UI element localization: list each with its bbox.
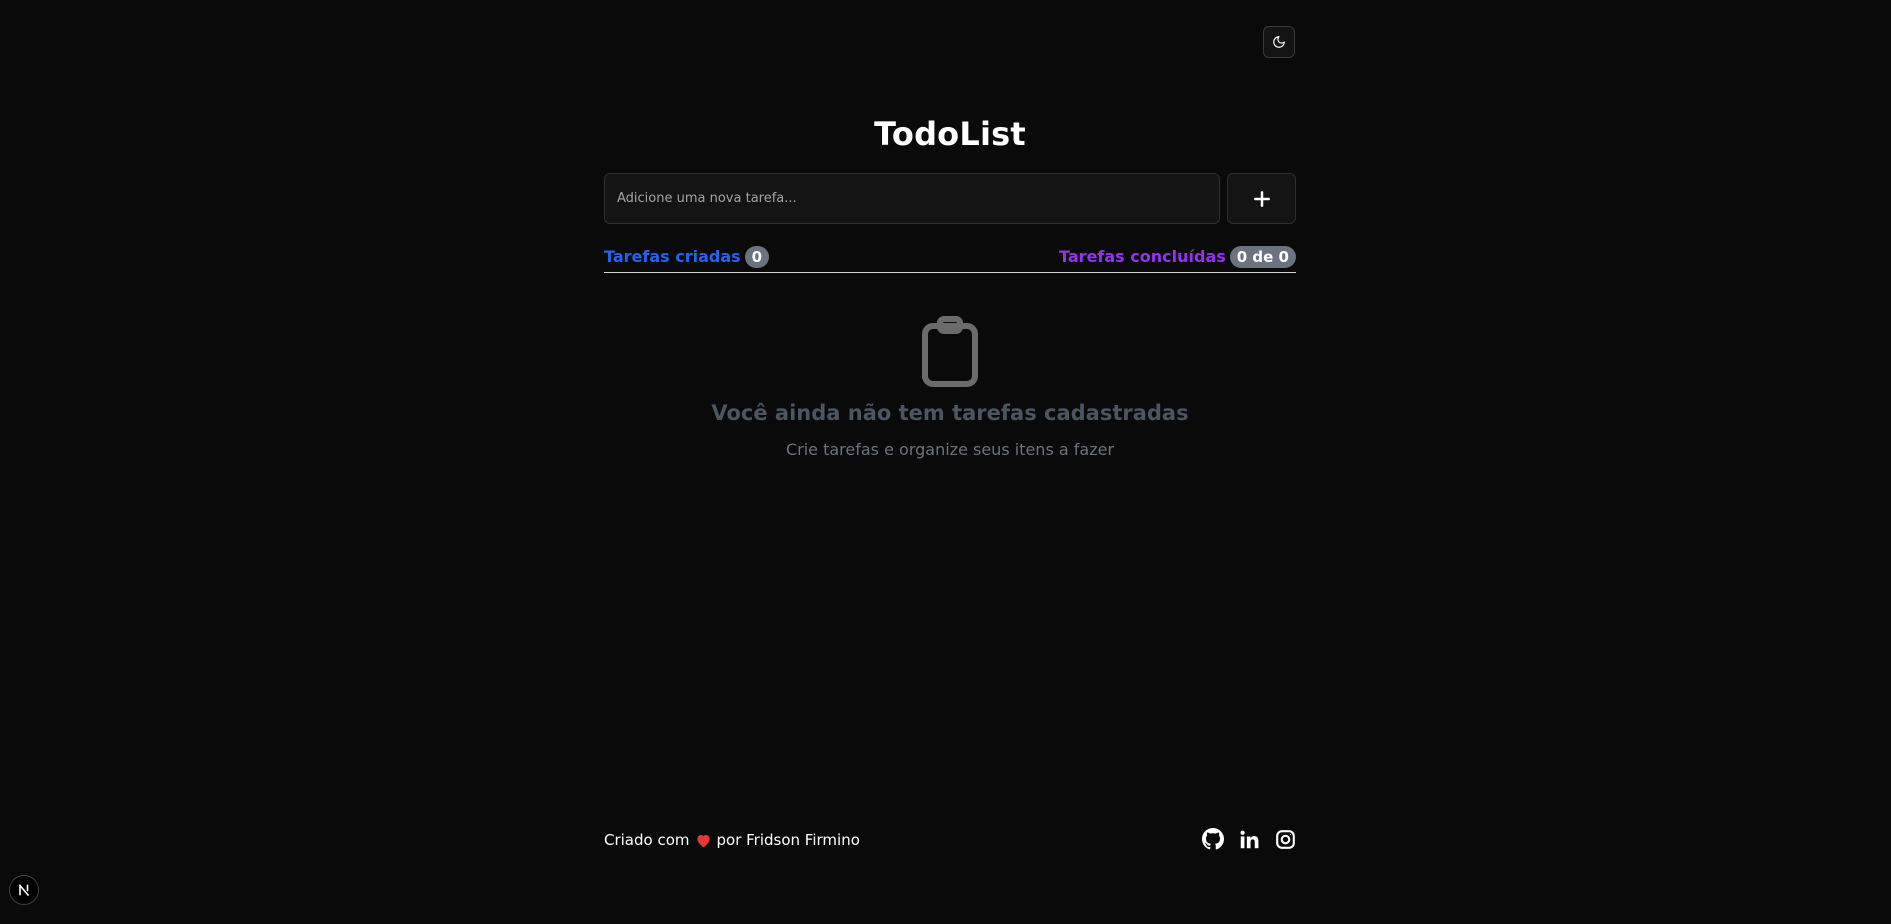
footer: Criado com por Fridson Firmino <box>604 826 1296 854</box>
plus-icon <box>1253 190 1270 207</box>
created-tasks-stat: Tarefas criadas 0 <box>604 246 770 268</box>
github-link[interactable] <box>1202 828 1224 850</box>
page: TodoList Tarefas criadas 0 Tarefas concl… <box>0 0 1891 924</box>
task-stats: Tarefas criadas 0 Tarefas concluídas 0 d… <box>604 246 1296 273</box>
nextjs-icon <box>18 884 30 897</box>
created-tasks-label: Tarefas criadas <box>604 247 741 266</box>
add-task-button[interactable] <box>1227 173 1296 224</box>
completed-tasks-stat: Tarefas concluídas 0 de 0 <box>1059 246 1296 268</box>
created-tasks-count-badge: 0 <box>744 246 770 268</box>
clipboard-icon <box>918 316 982 388</box>
empty-state-title: Você ainda não tem tarefas cadastradas <box>711 401 1189 425</box>
linkedin-icon <box>1239 830 1258 848</box>
completed-tasks-count-badge: 0 de 0 <box>1229 246 1296 268</box>
moon-icon <box>1273 36 1285 48</box>
footer-text-before: Criado com <box>604 831 690 849</box>
footer-text-after: por Fridson Firmino <box>716 831 860 849</box>
github-icon <box>1202 828 1224 850</box>
completed-tasks-label: Tarefas concluídas <box>1059 247 1226 266</box>
theme-toggle-button[interactable] <box>1263 26 1295 58</box>
page-title: TodoList <box>874 115 1026 153</box>
footer-credit: Criado com por Fridson Firmino <box>604 830 860 850</box>
instagram-link[interactable] <box>1274 828 1296 850</box>
task-form <box>604 173 1296 224</box>
heart-icon <box>696 834 710 847</box>
new-task-input[interactable] <box>604 173 1220 224</box>
linkedin-link[interactable] <box>1238 828 1260 850</box>
empty-state: Você ainda não tem tarefas cadastradas C… <box>604 316 1296 461</box>
empty-state-subtitle: Crie tarefas e organize seus itens a faz… <box>785 440 1115 459</box>
social-links <box>1202 828 1296 850</box>
nextjs-dev-badge[interactable] <box>9 875 39 905</box>
instagram-icon <box>1275 829 1295 849</box>
